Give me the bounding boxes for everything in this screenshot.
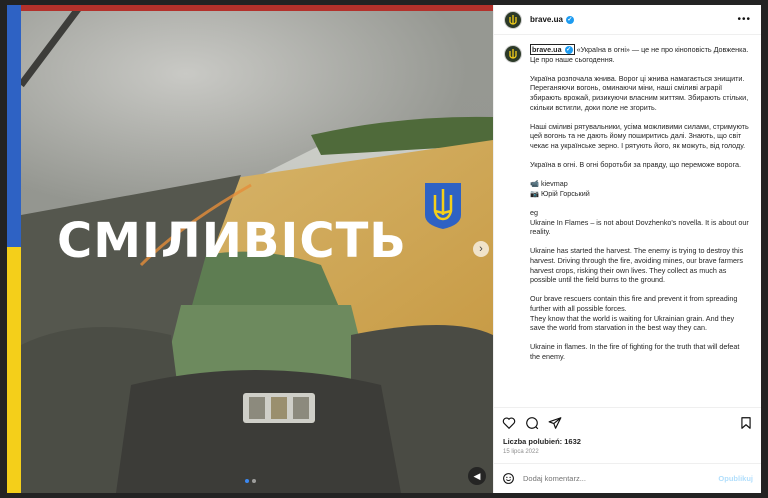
more-options-icon[interactable]: ••• xyxy=(737,14,751,25)
caption-text: brave.ua ✓ «Україна в огні» — це не про к… xyxy=(530,44,751,407)
bookmark-icon[interactable] xyxy=(739,416,753,430)
mute-icon[interactable]: ◀ xyxy=(468,467,486,485)
share-icon[interactable] xyxy=(548,416,562,430)
comment-bar: Opublikuj xyxy=(494,463,761,493)
post-header: brave.ua ✓ ••• xyxy=(494,5,761,35)
post-panel: brave.ua ✓ ••• brave.ua ✓ «Україна в огні»… xyxy=(493,5,761,493)
comment-input[interactable] xyxy=(523,474,711,483)
post-comment-button[interactable]: Opublikuj xyxy=(718,474,753,483)
caption-paragraph: Україна розпочала жнива. Ворог ці жнива … xyxy=(530,73,749,112)
post-modal: СМІЛИВІСТЬ › ◀ brave.ua ✓ ••• brave.ua ✓ «… xyxy=(7,5,761,493)
caption-paragraph: Наші сміливі рятувальники, усіма можливи… xyxy=(530,121,749,150)
likes-count[interactable]: Liczba polubień: 1632 xyxy=(494,437,761,446)
action-bar xyxy=(494,407,761,437)
flag-strip xyxy=(7,5,21,493)
avatar[interactable] xyxy=(504,45,522,63)
caption-paragraph: Україна в огні. В огні боротьби за правд… xyxy=(530,160,741,170)
verified-icon: ✓ xyxy=(565,15,574,24)
heart-icon[interactable] xyxy=(502,416,516,430)
comment-icon[interactable] xyxy=(525,416,539,430)
username[interactable]: brave.ua ✓ xyxy=(530,15,574,24)
caption-paragraph: eg Ukraine In Flames – is not about Dovz… xyxy=(530,208,749,237)
caption-username[interactable]: brave.ua ✓ xyxy=(530,44,575,55)
avatar[interactable] xyxy=(504,10,522,29)
video-overlay-word: СМІЛИВІСТЬ xyxy=(57,213,407,269)
caption-credits: 📹 kievmap 📷 Юрій Горський xyxy=(530,179,590,198)
verified-icon: ✓ xyxy=(564,46,573,55)
video-top-bar xyxy=(21,5,493,11)
post-date: 15 lipca 2022 xyxy=(503,449,539,455)
caption-paragraph: Ukraine has started the harvest. The ene… xyxy=(530,246,744,285)
caption-area[interactable]: brave.ua ✓ «Україна в огні» — це не про к… xyxy=(494,35,761,407)
caption-paragraph: Ukraine in flames. In the fire of fighti… xyxy=(530,342,740,361)
carousel-dot[interactable] xyxy=(252,479,256,483)
emoji-icon[interactable] xyxy=(502,472,515,485)
post-media[interactable]: СМІЛИВІСТЬ › ◀ xyxy=(7,5,493,493)
chevron-right-icon[interactable]: › xyxy=(473,241,489,257)
caption-paragraph: Our brave rescuers contain this fire and… xyxy=(530,294,738,333)
carousel-dot[interactable] xyxy=(245,479,249,483)
carousel-dots xyxy=(245,479,256,483)
trident-icon xyxy=(425,183,461,229)
